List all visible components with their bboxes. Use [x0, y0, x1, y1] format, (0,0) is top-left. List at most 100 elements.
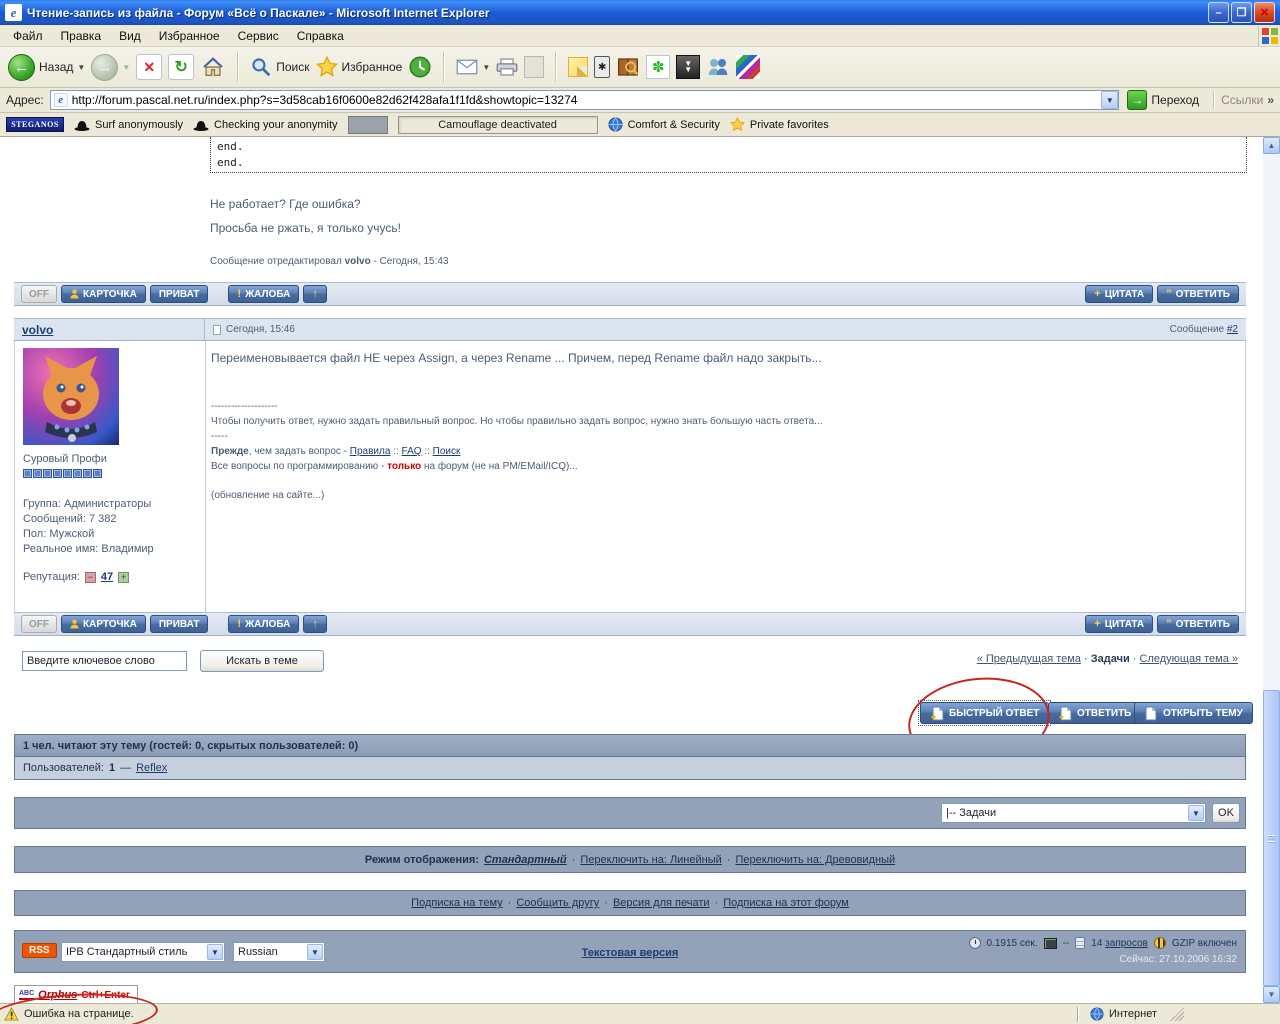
scroll-up-icon[interactable]: ▲	[1263, 137, 1280, 154]
checking-anonymity-button[interactable]: Checking your anonymity	[193, 119, 338, 131]
address-input[interactable]: e http://forum.pascal.net.ru/index.php?s…	[50, 90, 1120, 110]
mail-dropdown-icon[interactable]: ▼	[482, 63, 490, 72]
report-button[interactable]: !ЖАЛОБА	[228, 285, 299, 303]
gzip-status: GZIP включен	[1172, 938, 1237, 949]
queries-link[interactable]: запросов	[1105, 938, 1148, 949]
quote-button[interactable]: +ЦИТАТА	[1085, 615, 1153, 633]
switch-tree-link[interactable]: Переключить на: Древовидный	[735, 854, 895, 866]
resize-grip[interactable]	[1170, 1007, 1184, 1021]
scroll-top-button[interactable]: ↑	[303, 615, 327, 633]
media-tool-icon[interactable]	[736, 55, 760, 79]
comfort-security-label: Comfort & Security	[628, 119, 720, 131]
reply-button[interactable]: ”ОТВЕТИТЬ	[1157, 285, 1239, 303]
next-topic-link[interactable]: Следующая тема »	[1140, 653, 1238, 665]
home-button[interactable]	[200, 54, 226, 80]
print-button[interactable]	[496, 57, 518, 77]
topic-search-button[interactable]: Искать в теме	[200, 650, 324, 672]
surf-anonymously-button[interactable]: Surf anonymously	[74, 119, 183, 131]
mail-button[interactable]: ▼	[456, 58, 490, 76]
author-cell: volvo	[14, 319, 205, 340]
subscribe-bar: Подписка на тему · Сообщить другу · Верс…	[14, 890, 1246, 916]
rules-link[interactable]: Правила	[350, 446, 391, 457]
reader-user-link[interactable]: Reflex	[136, 762, 167, 774]
rank-pip	[53, 469, 62, 478]
ok-button[interactable]: OK	[1212, 803, 1240, 823]
sig-search-link[interactable]: Поиск	[433, 446, 461, 457]
links-chevron-icon[interactable]: »	[1267, 93, 1274, 107]
private-message-button[interactable]: ПРИВАТ	[150, 285, 209, 303]
dot-separator: ·	[1084, 653, 1088, 665]
member-reputation: Репутация: − 47 +	[23, 571, 129, 583]
forum-jump-select[interactable]: |-- Задачи ▼	[941, 803, 1206, 823]
private-favorites-button[interactable]: Private favorites	[730, 117, 829, 132]
links-label[interactable]: Ссылки	[1221, 93, 1263, 107]
topic-search-input[interactable]	[22, 651, 187, 671]
tell-friend-link[interactable]: Сообщить другу	[516, 897, 599, 909]
go-button[interactable]: → Переход	[1127, 90, 1199, 110]
quote-button[interactable]: +ЦИТАТА	[1085, 285, 1153, 303]
card-button[interactable]: КАРТОЧКА	[61, 615, 146, 633]
icq-icon[interactable]: ✽	[646, 55, 670, 79]
scrollbar-thumb[interactable]	[1263, 690, 1280, 986]
search-button[interactable]: Поиск	[250, 56, 309, 78]
menu-file[interactable]: Файл	[4, 27, 52, 45]
address-dropdown-icon[interactable]: ▼	[1101, 91, 1118, 109]
print-version-link[interactable]: Версия для печати	[613, 897, 710, 909]
back-dropdown-icon[interactable]: ▼	[77, 63, 85, 72]
forward-button[interactable]: → ▼	[91, 54, 130, 81]
hat-icon	[193, 119, 209, 131]
chevron-down-icon[interactable]: ▼	[1188, 805, 1204, 821]
back-button[interactable]: ← Назад ▼	[8, 54, 85, 81]
messenger-icon[interactable]	[706, 56, 730, 78]
download-manager-icon[interactable]: ▼▼	[676, 55, 700, 79]
restore-button[interactable]: ❐	[1231, 2, 1252, 23]
security-zone-pane: Интернет	[1071, 1007, 1276, 1022]
camouflage-status[interactable]: Camouflage deactivated	[398, 116, 598, 134]
switch-linear-link[interactable]: Переключить на: Линейный	[580, 854, 721, 866]
text-version-label: Текстовая версия	[582, 947, 679, 959]
reputation-minus-icon[interactable]: −	[85, 572, 96, 583]
home-icon	[200, 54, 226, 80]
world-map-thumbnail[interactable]	[348, 116, 388, 134]
comfort-security-button[interactable]: Comfort & Security	[608, 117, 720, 132]
scroll-top-button[interactable]: ↑	[303, 285, 327, 303]
off-button[interactable]: OFF	[21, 285, 57, 303]
signature-divider: --------------------	[211, 399, 1231, 414]
display-mode-current[interactable]: Стандартный	[484, 854, 567, 866]
subscribe-forum-link[interactable]: Подписка на этот форум	[723, 897, 849, 909]
reply-topic-button[interactable]: ОТВЕТИТЬ	[1048, 702, 1141, 724]
menu-tools[interactable]: Сервис	[229, 27, 288, 45]
history-button[interactable]	[408, 55, 432, 79]
author-link[interactable]: volvo	[22, 323, 53, 337]
title-bar[interactable]: e Чтение-запись из файла - Форум «Всё о …	[0, 0, 1280, 25]
off-button[interactable]: OFF	[21, 615, 57, 633]
translator-tool-icon[interactable]: ✱	[594, 56, 610, 78]
rank-pip	[63, 469, 72, 478]
vertical-scrollbar[interactable]: ▲ ▼	[1263, 137, 1280, 1003]
scroll-down-icon[interactable]: ▼	[1263, 986, 1280, 1003]
menu-edit[interactable]: Правка	[52, 27, 111, 45]
notes-tool-icon[interactable]	[568, 57, 588, 77]
new-topic-button[interactable]: ОТКРЫТЬ ТЕМУ	[1134, 702, 1253, 724]
dictionary-tool-icon[interactable]	[616, 56, 640, 78]
menu-help[interactable]: Справка	[288, 27, 353, 45]
card-button[interactable]: КАРТОЧКА	[61, 285, 146, 303]
subscribe-topic-link[interactable]: Подписка на тему	[411, 897, 503, 909]
up-arrow-icon: ↑	[312, 619, 318, 630]
report-button[interactable]: !ЖАЛОБА	[228, 615, 299, 633]
refresh-button[interactable]: ↻	[168, 54, 194, 80]
rank-pip	[73, 469, 82, 478]
previous-topic-link[interactable]: « Предыдущая тема	[977, 653, 1081, 665]
close-button[interactable]: ✕	[1254, 2, 1275, 23]
reputation-plus-icon[interactable]: +	[118, 572, 129, 583]
menu-view[interactable]: Вид	[110, 27, 150, 45]
stop-button[interactable]: ✕	[136, 54, 162, 80]
reputation-value[interactable]: 47	[101, 571, 113, 583]
message-number-link[interactable]: #2	[1227, 324, 1238, 335]
favorites-button[interactable]: Избранное	[316, 56, 403, 78]
faq-link[interactable]: FAQ	[402, 446, 422, 457]
reply-button[interactable]: ”ОТВЕТИТЬ	[1157, 615, 1239, 633]
minimize-button[interactable]: –	[1208, 2, 1229, 23]
menu-favorites[interactable]: Избранное	[150, 27, 229, 45]
private-message-button[interactable]: ПРИВАТ	[150, 615, 209, 633]
